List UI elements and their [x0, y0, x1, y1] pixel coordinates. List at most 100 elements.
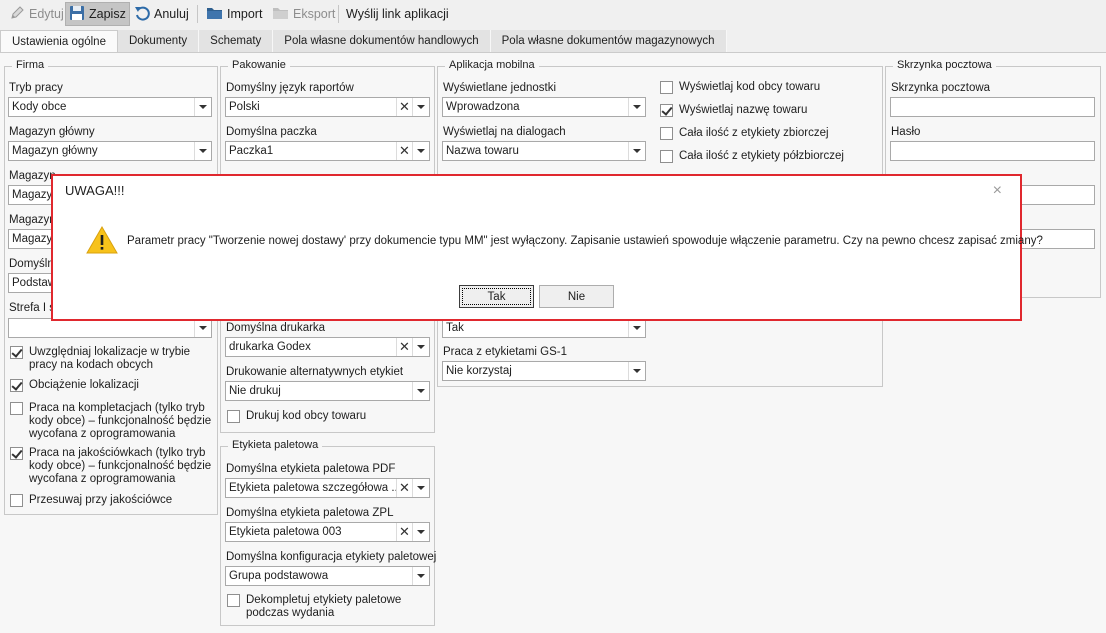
checkbox-etykieta-polzbiorcza[interactable]: Cała ilość z etykiety półzbiorczej — [660, 150, 844, 163]
dialog-message: Parametr pracy "Tworzenie nowej dostawy'… — [127, 235, 1043, 247]
group-title: Firma — [12, 59, 49, 71]
checkbox-lokalizacje-kody-obce[interactable]: Uwzględniaj lokalizacje w trybie pracy n… — [10, 346, 215, 372]
edit-button[interactable]: Edytuj — [6, 2, 67, 26]
chevron-down-icon[interactable] — [412, 338, 429, 356]
checkbox-label: Wyświetlaj kod obcy towaru — [679, 81, 821, 93]
checkbox-przesuwaj[interactable]: Przesuwaj przy jakościówce — [10, 494, 215, 507]
combo-value: Paczka1 — [229, 145, 274, 157]
checkbox-jakosciowki[interactable]: Praca na jakościówkach (tylko tryb kody … — [10, 447, 215, 486]
folder-icon — [206, 5, 223, 23]
checkbox-box[interactable] — [10, 346, 23, 359]
no-button[interactable]: Nie — [539, 285, 614, 308]
send-app-link-button[interactable]: Wyślij link aplikacji — [343, 2, 452, 26]
jednostki-combo[interactable]: Wprowadzona — [442, 97, 646, 117]
cancel-button[interactable]: Anuluj — [131, 2, 192, 26]
drukarka-label: Domyślna drukarka — [226, 322, 326, 334]
checkbox-kod-obcy-towaru[interactable]: Wyświetlaj kod obcy towaru — [660, 81, 820, 94]
chevron-down-icon[interactable] — [194, 319, 211, 337]
chevron-down-icon[interactable] — [628, 319, 645, 337]
toolbar: Edytuj Zapisz Anuluj Import Eksport Wyśl… — [0, 0, 1106, 28]
tryb-label: Tryb pracy — [9, 82, 63, 94]
export-label: Eksport — [293, 7, 336, 21]
checkbox-box[interactable] — [10, 494, 23, 507]
import-label: Import — [227, 7, 263, 21]
checkbox-label: Przesuwaj przy jakościówce — [29, 494, 173, 506]
checkbox-etykieta-zbiorcza[interactable]: Cała ilość z etykiety zbiorczej — [660, 127, 829, 140]
drukarka-combo[interactable]: drukarka Godex ✕ — [225, 337, 430, 357]
etykieta-zpl-combo[interactable]: Etykieta paletowa 003 ✕ — [225, 522, 430, 542]
tab-documents[interactable]: Dokumenty — [117, 30, 200, 52]
dialog-title: UWAGA!!! — [65, 183, 125, 198]
undo-icon — [134, 5, 150, 24]
chevron-down-icon[interactable] — [412, 98, 429, 116]
checkbox-box[interactable] — [660, 150, 673, 163]
checkbox-box[interactable] — [10, 402, 23, 415]
gs1-combo[interactable]: Nie korzystaj — [442, 361, 646, 381]
checkbox-obciazenie-lokalizacji[interactable]: Obciążenie lokalizacji — [10, 379, 215, 392]
tab-general-settings[interactable]: Ustawienia ogólne — [0, 30, 118, 53]
haslo-input[interactable] — [890, 141, 1095, 161]
save-button[interactable]: Zapisz — [65, 2, 130, 26]
etykieta-pdf-combo[interactable]: Etykieta paletowa szczegółowa ... ✕ — [225, 478, 430, 498]
clear-icon[interactable]: ✕ — [396, 523, 412, 541]
checkbox-box[interactable] — [10, 447, 23, 460]
toolbar-separator — [197, 5, 198, 23]
clear-icon[interactable]: ✕ — [396, 338, 412, 356]
group-title: Pakowanie — [228, 59, 290, 71]
mobilna-tak-combo[interactable]: Tak — [442, 318, 646, 338]
konfiguracja-combo[interactable]: Grupa podstawowa — [225, 566, 430, 586]
group-title: Etykieta paletowa — [228, 439, 323, 451]
tab-custom-fields-trade[interactable]: Pola własne dokumentów handlowych — [273, 30, 491, 52]
chevron-down-icon[interactable] — [628, 362, 645, 380]
chevron-down-icon[interactable] — [628, 98, 645, 116]
chevron-down-icon[interactable] — [194, 142, 211, 160]
checkbox-box[interactable] — [660, 81, 673, 94]
magazyn-combo[interactable]: Magazyn główny — [8, 141, 212, 161]
checkbox-drukuj-kod-obcy[interactable]: Drukuj kod obcy towaru — [227, 410, 432, 423]
checkbox-dekompletuj[interactable]: Dekompletuj etykiety paletowe podczas wy… — [227, 594, 427, 620]
group-title: Skrzynka pocztowa — [893, 59, 996, 71]
paczka-combo[interactable]: Paczka1 ✕ — [225, 141, 430, 161]
dialogi-combo[interactable]: Nazwa towaru — [442, 141, 646, 161]
chevron-down-icon[interactable] — [412, 382, 429, 400]
checkbox-box[interactable] — [227, 410, 240, 423]
chevron-down-icon[interactable] — [412, 479, 429, 497]
tab-strip: Ustawienia ogólne Dokumenty Schematy Pol… — [0, 30, 727, 53]
floppy-disk-icon — [69, 5, 85, 24]
checkbox-kompletacje[interactable]: Praca na kompletacjach (tylko tryb kody … — [10, 402, 215, 441]
checkbox-nazwa-towaru[interactable]: Wyświetlaj nazwę towaru — [660, 104, 807, 117]
combo-value: Wprowadzona — [446, 101, 520, 113]
skrzynka-input[interactable] — [890, 97, 1095, 117]
send-link-label: Wyślij link aplikacji — [346, 7, 449, 21]
alt-etykiety-combo[interactable]: Nie drukuj — [225, 381, 430, 401]
alt-etykiety-label: Drukowanie alternatywnych etykiet — [226, 366, 404, 378]
clear-icon[interactable]: ✕ — [396, 479, 412, 497]
close-icon[interactable]: × — [993, 182, 1002, 200]
chevron-down-icon[interactable] — [628, 142, 645, 160]
chevron-down-icon[interactable] — [412, 567, 429, 585]
checkbox-box[interactable] — [10, 379, 23, 392]
clear-icon[interactable]: ✕ — [396, 142, 412, 160]
checkbox-box[interactable] — [660, 127, 673, 140]
toolbar-separator — [338, 5, 339, 23]
jednostki-label: Wyświetlane jednostki — [443, 82, 557, 94]
checkbox-box[interactable] — [227, 594, 240, 607]
strefa-label: Strefa I s — [9, 302, 56, 314]
warning-icon — [86, 225, 118, 258]
export-button[interactable]: Eksport — [269, 2, 338, 26]
tryb-pracy-combo[interactable]: Kody obce — [8, 97, 212, 117]
tab-schemas[interactable]: Schematy — [199, 30, 274, 52]
clear-icon[interactable]: ✕ — [396, 98, 412, 116]
checkbox-label: Praca na jakościówkach (tylko tryb kody … — [29, 447, 212, 485]
skrzynka-label: Skrzynka pocztowa — [891, 82, 991, 94]
import-button[interactable]: Import — [203, 2, 265, 26]
tab-custom-fields-warehouse[interactable]: Pola własne dokumentów magazynowych — [490, 30, 727, 52]
chevron-down-icon[interactable] — [412, 142, 429, 160]
strefa-combo[interactable] — [8, 318, 212, 338]
checkbox-label: Dekompletuj etykiety paletowe podczas wy… — [246, 594, 402, 619]
jezyk-raportow-combo[interactable]: Polski ✕ — [225, 97, 430, 117]
chevron-down-icon[interactable] — [412, 523, 429, 541]
checkbox-box[interactable] — [660, 104, 673, 117]
yes-button[interactable]: Tak — [459, 285, 534, 308]
chevron-down-icon[interactable] — [194, 98, 211, 116]
